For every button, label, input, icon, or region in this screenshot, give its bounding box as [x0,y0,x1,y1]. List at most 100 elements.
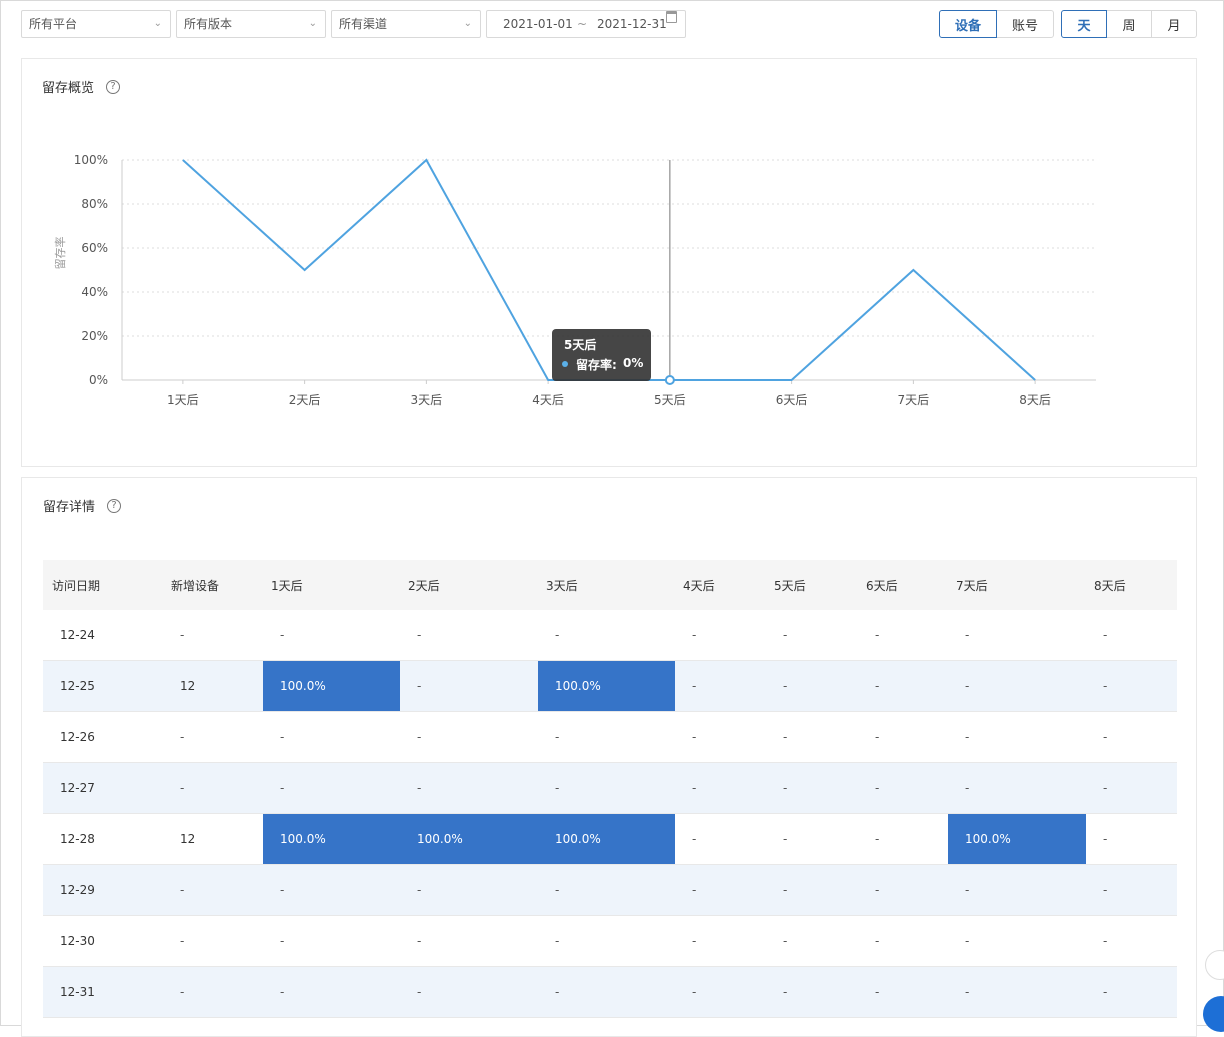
column-header-label: 3天后 [538,577,578,594]
cell-text: - [538,985,559,999]
new-device-cell: - [163,712,263,762]
cell-text: - [400,781,421,795]
toggle-day-button[interactable]: 天 [1061,10,1107,38]
cell-text: - [858,883,879,897]
retention-cell: - [263,610,400,660]
toggle-device-button[interactable]: 设备 [939,10,997,38]
x-tick-label: 7天后 [898,393,930,407]
cell-text: - [948,883,969,897]
column-header-label: 4天后 [675,577,715,594]
data-point [666,376,674,384]
cell-text: 12 [163,832,195,846]
retention-cell: - [766,763,858,813]
cell-text: - [163,628,184,642]
retention-cell: - [675,967,766,1017]
retention-cell: - [948,661,1086,711]
retention-cell: - [948,610,1086,660]
retention-cell: 100.0% [400,814,538,864]
y-tick-label: 60% [81,241,108,255]
cell-text: - [1086,985,1107,999]
column-header-label: 7天后 [948,577,988,594]
column-header: 6天后 [858,560,948,610]
cell-text: - [400,883,421,897]
retention-cell: - [1086,712,1177,762]
table-row: 12-2512100.0%-100.0%----- [43,661,1177,712]
retention-cell: - [1086,763,1177,813]
retention-cell: - [400,865,538,915]
retention-cell: - [400,712,538,762]
cell-text: - [538,781,559,795]
y-tick-label: 80% [81,197,108,211]
retention-cell: - [766,865,858,915]
retention-cell: - [263,916,400,966]
cell-text: 100.0% [263,832,326,846]
retention-cell: - [1086,814,1177,864]
retention-cell: - [858,967,948,1017]
table-row: 12-2812100.0%100.0%100.0%---100.0%- [43,814,1177,865]
column-header-label: 1天后 [263,577,303,594]
new-device-cell: - [163,967,263,1017]
retention-cell: - [400,661,538,711]
x-tick-label: 8天后 [1019,393,1051,407]
retention-cell: - [766,967,858,1017]
retention-cell: - [263,763,400,813]
new-device-cell: - [163,610,263,660]
cell-text: - [675,934,696,948]
column-header: 2天后 [400,560,538,610]
retention-cell: - [538,916,675,966]
table-header: 访问日期新增设备1天后2天后3天后4天后5天后6天后7天后8天后 [43,560,1177,610]
retention-cell: - [400,967,538,1017]
cell-text: - [675,679,696,693]
retention-cell: - [1086,967,1177,1017]
cell-text: 12-26 [43,730,95,744]
chart-tooltip: 5天后 留存率: 0% [552,329,651,381]
cell-text: - [263,730,284,744]
retention-cell: - [538,712,675,762]
column-header: 7天后 [948,560,1086,610]
new-device-cell: - [163,865,263,915]
x-tick-label: 6天后 [776,393,808,407]
retention-cell: 100.0% [538,661,675,711]
cell-text: - [1086,832,1107,846]
retention-cell: - [858,916,948,966]
retention-cell: - [538,763,675,813]
cell-text: - [675,985,696,999]
retention-line-chart: 0%20%40%60%80%100%留存率1天后2天后3天后4天后5天后6天后7… [0,0,1224,470]
retention-cell: - [858,814,948,864]
cell-text: 100.0% [538,679,601,693]
cell-text: - [263,985,284,999]
table-row: 12-29--------- [43,865,1177,916]
cell-text: - [766,628,787,642]
cell-text: - [400,679,421,693]
new-device-cell: 12 [163,814,263,864]
cell-text: - [766,883,787,897]
cell-text: - [538,628,559,642]
retention-cell: - [858,763,948,813]
retention-cell: - [766,916,858,966]
y-tick-label: 100% [74,153,108,167]
y-tick-label: 0% [89,373,108,387]
cell-text: - [858,985,879,999]
retention-cell: - [263,967,400,1017]
retention-cell: - [538,967,675,1017]
cell-text: 12-24 [43,628,95,642]
cell-text: - [263,781,284,795]
retention-cell: - [948,763,1086,813]
retention-table: 访问日期新增设备1天后2天后3天后4天后5天后6天后7天后8天后12-24---… [43,560,1177,1018]
cell-text: - [1086,781,1107,795]
cell-text: 12-28 [43,832,95,846]
cell-text: - [858,832,879,846]
help-icon[interactable]: ? [107,499,121,513]
cell-text: - [766,934,787,948]
retention-cell: - [766,712,858,762]
retention-cell: - [948,967,1086,1017]
column-header: 1天后 [263,560,400,610]
retention-cell: - [675,610,766,660]
date-cell: 12-28 [43,814,163,864]
cell-text: 100.0% [948,832,1011,846]
column-header-label: 5天后 [766,577,806,594]
cell-text: - [1086,934,1107,948]
retention-cell: - [400,610,538,660]
x-tick-label: 4天后 [532,393,564,407]
date-cell: 12-27 [43,763,163,813]
